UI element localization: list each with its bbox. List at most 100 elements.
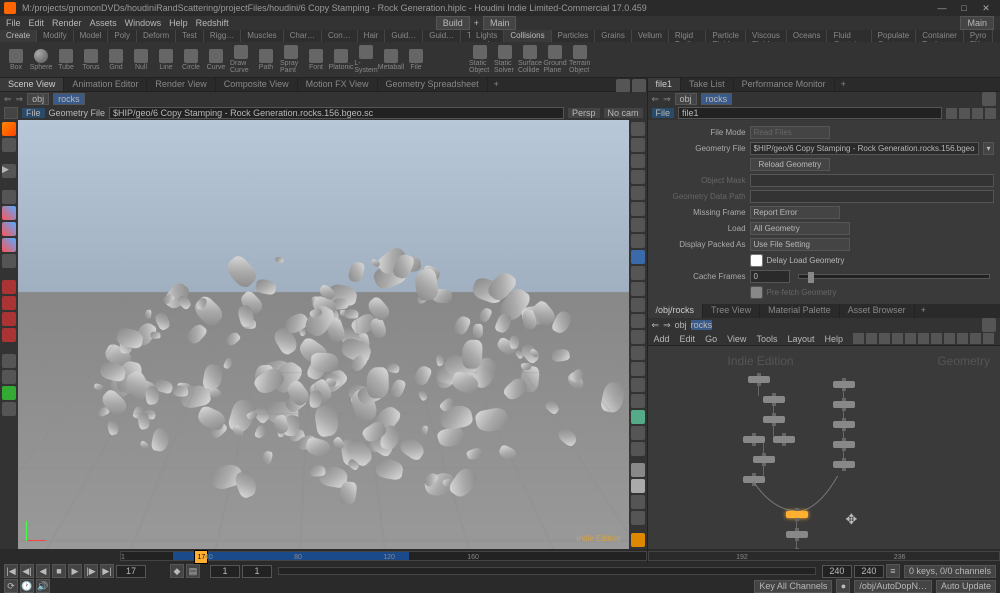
- menu-edit[interactable]: Edit: [29, 18, 45, 28]
- network-node[interactable]: [833, 461, 855, 468]
- vh-path-field[interactable]: $HIP/geo/6 Copy Stamping - Rock Generati…: [109, 107, 564, 119]
- shelf-tab[interactable]: Guid…: [423, 30, 461, 42]
- shelf-tab-collisions[interactable]: Collisions: [504, 30, 551, 42]
- bg-image-icon[interactable]: [631, 170, 645, 184]
- shelf-tab[interactable]: Particles: [552, 30, 596, 42]
- path-obj[interactable]: obj: [675, 93, 697, 105]
- tool-terrain-obj[interactable]: Terrain Object: [568, 44, 592, 76]
- net-sticker-icon[interactable]: [905, 333, 916, 344]
- path-node[interactable]: rocks: [53, 93, 85, 105]
- update-mode-dropdown[interactable]: Auto Update: [936, 580, 996, 593]
- path-node[interactable]: rocks: [701, 93, 733, 105]
- end-field[interactable]: 240: [822, 565, 852, 578]
- nav-fwd-icon[interactable]: ⇒: [663, 94, 671, 105]
- missing-dropdown[interactable]: Report Error: [750, 206, 840, 219]
- wire-shade-icon[interactable]: [631, 495, 645, 509]
- smooth-shade-icon[interactable]: [631, 479, 645, 493]
- shelf-tab[interactable]: Terr…: [461, 30, 470, 42]
- pane-add-button[interactable]: +: [488, 78, 505, 91]
- tool-box[interactable]: Box: [4, 44, 28, 76]
- key-button[interactable]: ◆: [170, 564, 184, 578]
- net-pin-icon[interactable]: [982, 318, 996, 332]
- geo-file-field[interactable]: $HIP/geo/6 Copy Stamping - Rock Generati…: [750, 142, 979, 155]
- nav-fwd-icon[interactable]: ⇒: [16, 94, 24, 105]
- prefetch-checkbox[interactable]: [750, 286, 763, 299]
- tool-grid[interactable]: Grid: [104, 44, 128, 76]
- file-browse-icon[interactable]: ▾: [983, 142, 994, 155]
- network-node[interactable]: [833, 381, 855, 388]
- shelf-tab[interactable]: Populate Cont…: [872, 30, 917, 42]
- net-menu-view[interactable]: View: [727, 334, 746, 344]
- scale-icon[interactable]: [2, 238, 16, 252]
- snap-multi-icon[interactable]: [2, 328, 16, 342]
- net-layout-icon[interactable]: [879, 333, 890, 344]
- net-menu-go[interactable]: Go: [705, 334, 717, 344]
- shelf-tab[interactable]: Oceans: [787, 30, 828, 42]
- tool-static-solver[interactable]: Static Solver: [493, 44, 517, 76]
- cplane-icon[interactable]: [631, 186, 645, 200]
- tool-ground-plane[interactable]: Ground Plane: [543, 44, 567, 76]
- custom-shade-icon[interactable]: [631, 511, 645, 525]
- minimize-button[interactable]: —: [932, 2, 952, 14]
- tool-lsystem[interactable]: L-System: [354, 44, 378, 76]
- pin-icon[interactable]: [982, 92, 996, 106]
- shelf-tab[interactable]: Guid…: [385, 30, 423, 42]
- packed-dropdown[interactable]: Use File Setting: [750, 238, 850, 251]
- flat-shade-icon[interactable]: [631, 463, 645, 477]
- prim-num-icon[interactable]: [631, 330, 645, 344]
- shelf-tab[interactable]: Modify: [37, 30, 74, 42]
- tool-file[interactable]: File: [404, 44, 428, 76]
- build-desktop-dropdown[interactable]: Build: [436, 16, 470, 30]
- network-node[interactable]: [748, 376, 770, 383]
- vh-persp-dropdown[interactable]: Persp: [568, 108, 600, 118]
- point-norm-icon[interactable]: [631, 314, 645, 328]
- net-path-node[interactable]: rocks: [691, 320, 713, 330]
- net-tab-add[interactable]: +: [915, 304, 932, 318]
- tool-path[interactable]: Path: [254, 44, 278, 76]
- reload-button[interactable]: Reload Geometry: [750, 158, 831, 171]
- hull-icon[interactable]: [631, 378, 645, 392]
- network-node[interactable]: [763, 396, 785, 403]
- shelf-tab[interactable]: Rigid Bodies: [669, 30, 706, 42]
- tool-torus[interactable]: Torus: [79, 44, 103, 76]
- tool-static-obj[interactable]: Static Object: [468, 44, 492, 76]
- tool-line[interactable]: Line: [154, 44, 178, 76]
- shelf-tab[interactable]: Con…: [322, 30, 358, 42]
- shelf-tab[interactable]: Rigg…: [204, 30, 241, 42]
- network-node[interactable]: [743, 436, 765, 443]
- shelf-tab[interactable]: Model: [74, 30, 109, 42]
- tool-null[interactable]: Null: [129, 44, 153, 76]
- file-mode-dropdown[interactable]: Read Files: [750, 126, 830, 139]
- load-dropdown[interactable]: All Geometry: [750, 222, 850, 235]
- tool-tube[interactable]: Tube: [54, 44, 78, 76]
- path-obj[interactable]: obj: [27, 93, 49, 105]
- timeline-track-right[interactable]: 192 236: [648, 551, 1000, 561]
- tab-render-view[interactable]: Render View: [147, 78, 215, 91]
- view-icon[interactable]: [2, 354, 16, 368]
- display-opt-icon[interactable]: [631, 122, 645, 136]
- nav-fwd-icon[interactable]: ⇒: [663, 320, 671, 331]
- net-menu-tools[interactable]: Tools: [756, 334, 777, 344]
- tab-motionfx[interactable]: Motion FX View: [298, 78, 378, 91]
- next-key-button[interactable]: |▶: [84, 564, 98, 578]
- menu-assets[interactable]: Assets: [90, 18, 117, 28]
- pose-icon[interactable]: [2, 254, 16, 268]
- shelf-tab[interactable]: Particle Fluids: [706, 30, 746, 42]
- shelf-tab[interactable]: Deform: [137, 30, 176, 42]
- shelf-tab[interactable]: Container Tools: [916, 30, 964, 42]
- network-node[interactable]: [833, 421, 855, 428]
- tool-sphere[interactable]: Sphere: [29, 44, 53, 76]
- field-guide-icon[interactable]: [631, 218, 645, 232]
- gend-field[interactable]: 240: [854, 565, 884, 578]
- prev-key-button[interactable]: ◀|: [20, 564, 34, 578]
- help-icon[interactable]: [985, 108, 996, 119]
- node-type[interactable]: File: [652, 108, 675, 118]
- tool-surface-collide[interactable]: Surface Collide: [518, 44, 542, 76]
- maximize-button[interactable]: □: [954, 2, 974, 14]
- gear-icon[interactable]: [946, 108, 957, 119]
- flipbook-icon[interactable]: [2, 402, 16, 416]
- shelf-tab[interactable]: Lights and C…: [470, 30, 504, 42]
- shelf-tab[interactable]: Vellum: [632, 30, 669, 42]
- net-menu-layout[interactable]: Layout: [787, 334, 814, 344]
- snap-point-icon[interactable]: [2, 312, 16, 326]
